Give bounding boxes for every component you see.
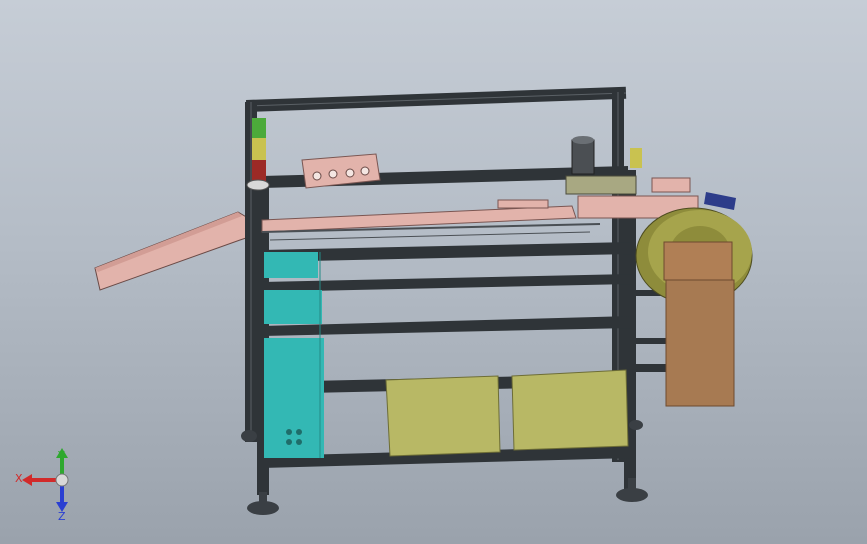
triad-x-label: X [15,472,23,485]
triad-y-label: Y [58,449,65,462]
frame-top[interactable] [245,86,627,112]
feeder-mechanism[interactable] [565,136,736,219]
triad-z-label: Z [58,510,66,523]
infeed-chute[interactable] [94,211,249,291]
pink-conveyor-beam[interactable] [261,199,601,241]
cad-graphics-viewport[interactable]: X Y Z [0,0,867,544]
machine-assembly-model[interactable] [0,0,867,544]
cardboard-box[interactable] [663,241,735,407]
orientation-triad [22,448,69,512]
